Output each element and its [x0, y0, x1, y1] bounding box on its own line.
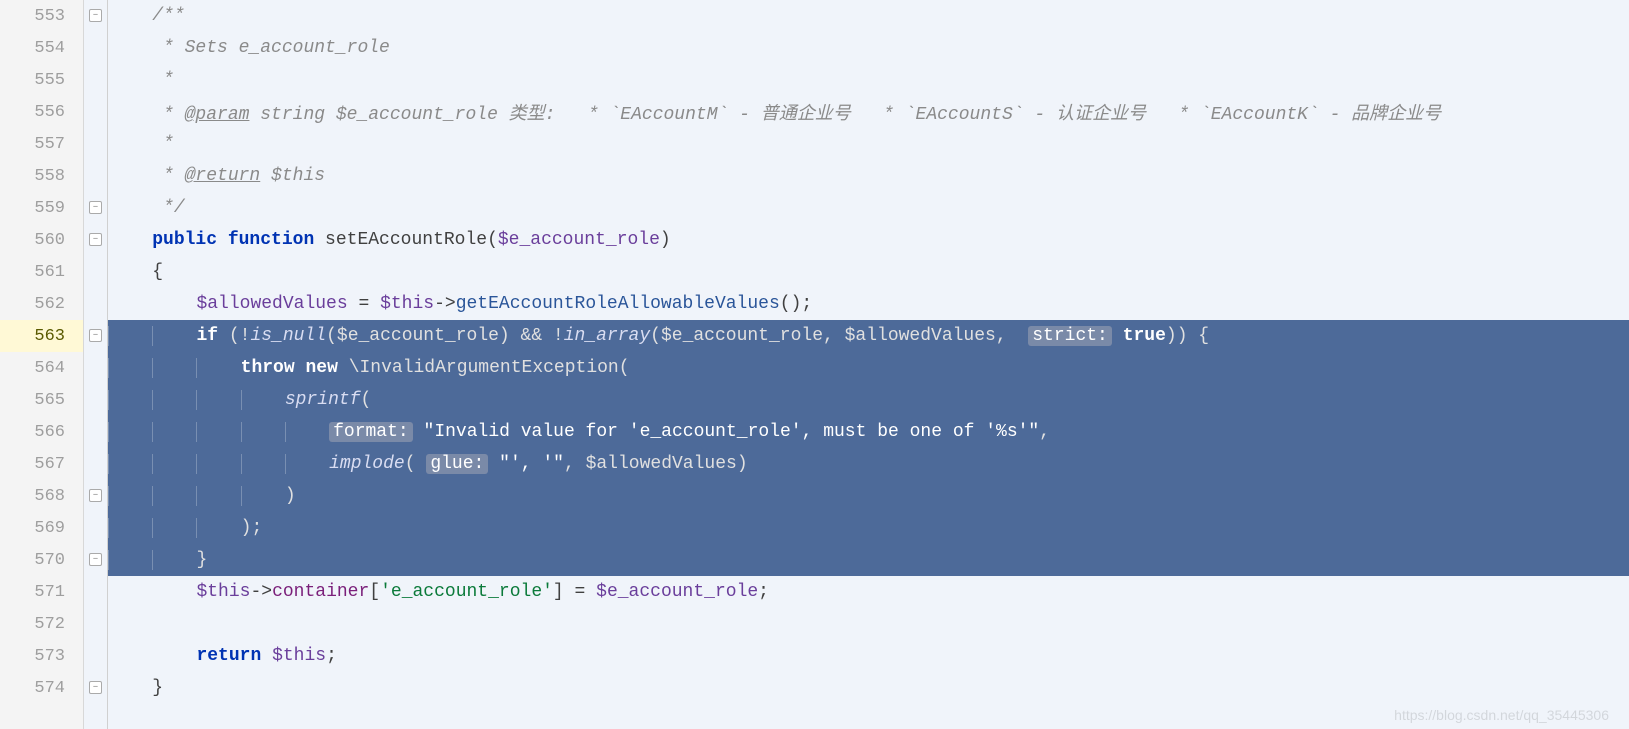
inline-hint: format: [329, 422, 413, 442]
fold-gutter[interactable]: – – – – – – – [84, 0, 108, 729]
code-line[interactable]: * Sets e_account_role [108, 32, 1629, 64]
line-number: 570 [0, 544, 83, 576]
code-line[interactable]: ) [108, 480, 1629, 512]
inline-hint: glue: [426, 454, 488, 474]
fold-toggle-icon[interactable]: – [89, 489, 102, 502]
code-editor[interactable]: 5535545555565575585595605615625635645655… [0, 0, 1629, 729]
line-number: 558 [0, 160, 83, 192]
line-number: 568 [0, 480, 83, 512]
fold-toggle-icon[interactable]: – [89, 9, 102, 22]
code-line[interactable]: } [108, 672, 1629, 704]
fold-toggle-icon[interactable]: – [89, 329, 102, 342]
code-line[interactable]: } [108, 544, 1629, 576]
code-line[interactable]: * [108, 64, 1629, 96]
line-number: 572 [0, 608, 83, 640]
line-number: 566 [0, 416, 83, 448]
code-line[interactable]: implode( glue: "', '", $allowedValues) [108, 448, 1629, 480]
line-number: 561 [0, 256, 83, 288]
line-number: 553 [0, 0, 83, 32]
line-number: 567 [0, 448, 83, 480]
code-line[interactable]: ); [108, 512, 1629, 544]
line-number: 574 [0, 672, 83, 704]
fold-toggle-icon[interactable]: – [89, 553, 102, 566]
code-line[interactable]: format: "Invalid value for 'e_account_ro… [108, 416, 1629, 448]
code-line[interactable]: throw new \InvalidArgumentException( [108, 352, 1629, 384]
code-line[interactable]: { [108, 256, 1629, 288]
inline-hint: strict: [1028, 326, 1112, 346]
line-number: 556 [0, 96, 83, 128]
code-line[interactable]: $allowedValues = $this->getEAccountRoleA… [108, 288, 1629, 320]
line-number: 554 [0, 32, 83, 64]
code-line[interactable]: sprintf( [108, 384, 1629, 416]
code-line[interactable]: * @return $this [108, 160, 1629, 192]
code-line[interactable]: * [108, 128, 1629, 160]
line-number: 562 [0, 288, 83, 320]
fold-toggle-icon[interactable]: – [89, 233, 102, 246]
code-line[interactable] [108, 608, 1629, 640]
code-area[interactable]: https://blog.csdn.net/qq_35445306 /** * … [108, 0, 1629, 729]
code-line[interactable]: $this->container['e_account_role'] = $e_… [108, 576, 1629, 608]
code-line[interactable]: */ [108, 192, 1629, 224]
line-number: 559 [0, 192, 83, 224]
fold-toggle-icon[interactable]: – [89, 681, 102, 694]
line-number: 563 [0, 320, 83, 352]
line-number: 571 [0, 576, 83, 608]
fold-toggle-icon[interactable]: – [89, 201, 102, 214]
code-line[interactable]: if (!is_null($e_account_role) && !in_arr… [108, 320, 1629, 352]
code-line[interactable]: * @param string $e_account_role 类型: * `E… [108, 96, 1629, 128]
code-line[interactable]: /** [108, 0, 1629, 32]
watermark-text: https://blog.csdn.net/qq_35445306 [1394, 707, 1609, 723]
line-number: 557 [0, 128, 83, 160]
line-number: 569 [0, 512, 83, 544]
code-line[interactable]: public function setEAccountRole($e_accou… [108, 224, 1629, 256]
line-number: 555 [0, 64, 83, 96]
line-number: 573 [0, 640, 83, 672]
line-number: 564 [0, 352, 83, 384]
line-number-gutter[interactable]: 5535545555565575585595605615625635645655… [0, 0, 84, 729]
code-line[interactable]: return $this; [108, 640, 1629, 672]
line-number: 565 [0, 384, 83, 416]
line-number: 560 [0, 224, 83, 256]
